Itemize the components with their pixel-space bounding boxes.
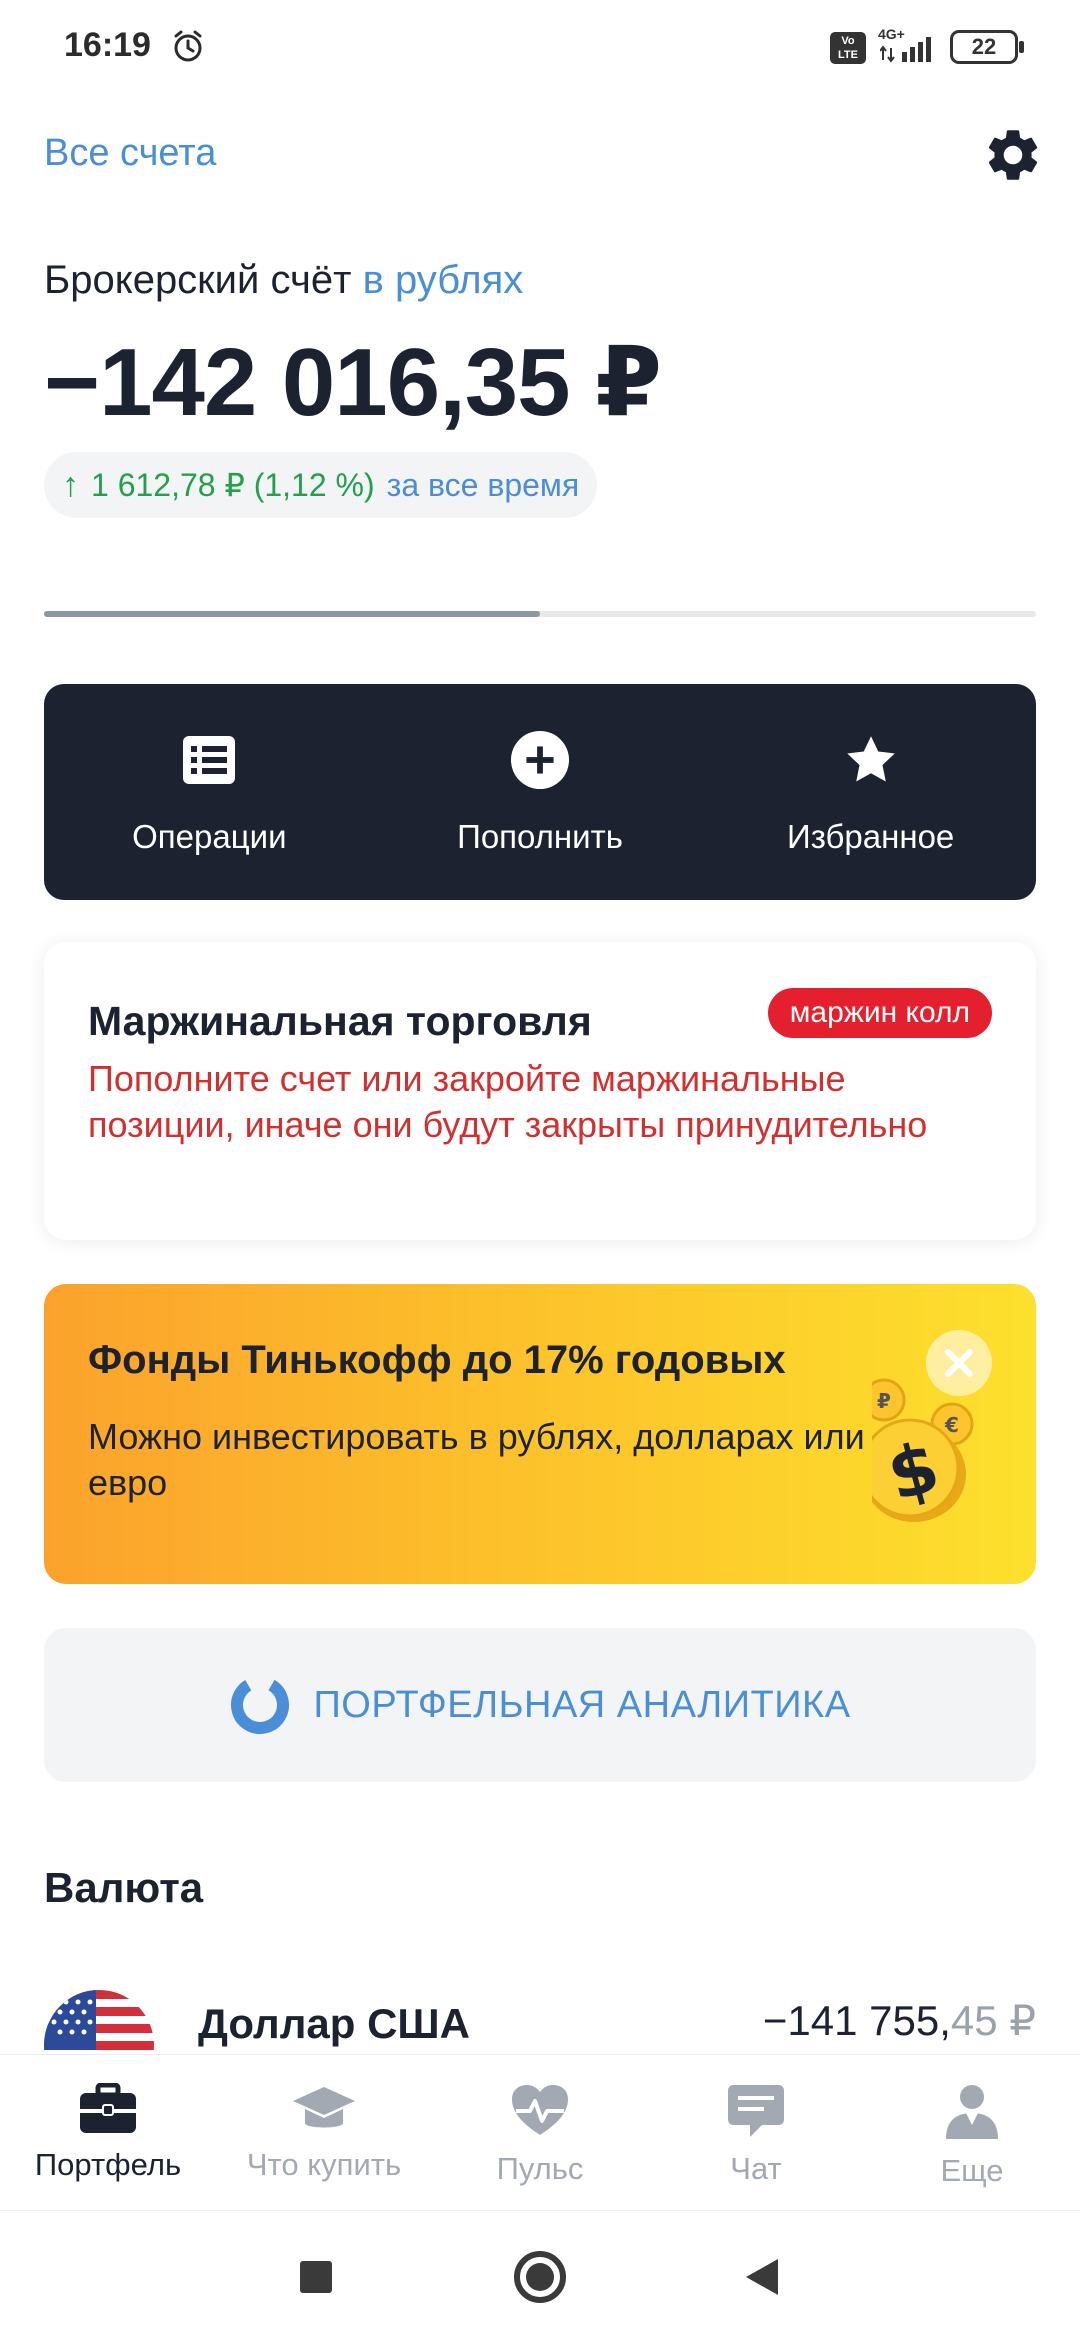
account-name[interactable]: Брокерский счёт в рублях [44, 258, 523, 303]
all-accounts-link[interactable]: Все счета [44, 132, 216, 175]
carousel-indicator-fill [44, 611, 540, 617]
nav-portfolio-label: Портфель [34, 2147, 182, 2182]
nav-more-label: Еще [940, 2153, 1004, 2188]
profit-value: 1 612,78 ₽ (1,12 %) [91, 467, 375, 503]
account-type: Брокерский счёт [44, 258, 352, 302]
top-up-button[interactable]: Пополнить [375, 684, 706, 900]
promo-banner[interactable]: Фонды Тинькофф до 17% годовых Можно инве… [44, 1284, 1036, 1584]
favorites-button[interactable]: Избранное [705, 684, 1036, 900]
currency-amount-main: −141 755, [762, 1997, 951, 2044]
carousel-indicator [44, 611, 1036, 617]
quick-actions: Операции Пополнить Избранное [44, 684, 1036, 900]
currency-section-title: Валюта [44, 1864, 204, 1911]
nav-what-to-buy[interactable]: Что купить [216, 2055, 432, 2210]
margin-title: Маржинальная торговля [88, 998, 592, 1044]
svg-text:€: € [944, 1413, 959, 1437]
portfolio-analytics-button[interactable]: ПОРТФЕЛЬНАЯ АНАЛИТИКА [44, 1628, 1036, 1782]
currency-amount-fraction: 45 ₽ [950, 1997, 1036, 2044]
list-icon [183, 736, 236, 784]
nav-pulse-label: Пульс [496, 2151, 584, 2186]
nav-pulse[interactable]: Пульс [432, 2055, 648, 2210]
graduation-cap-icon [293, 2087, 355, 2128]
home-button[interactable] [514, 2251, 566, 2303]
currency-name: Доллар США [198, 2000, 470, 2047]
margin-warning-card[interactable]: Маржинальная торговля маржин колл Пополн… [44, 942, 1036, 1240]
margin-warning-text: Пополните счет или закройте маржинальные… [88, 1058, 928, 1145]
portfolio-analytics-label: ПОРТФЕЛЬНАЯ АНАЛИТИКА [313, 1683, 851, 1726]
account-balance: −142 016,35 ₽ [44, 329, 662, 436]
profit-badge[interactable]: ↑ 1 612,78 ₽ (1,12 %) за все время [44, 452, 598, 518]
gear-icon[interactable] [982, 124, 1044, 186]
margin-call-badge: маржин колл [767, 988, 992, 1038]
promo-title: Фонды Тинькофф до 17% годовых [88, 1338, 786, 1382]
signal-icon [880, 37, 931, 63]
volte-icon: Vo LTE [830, 32, 866, 64]
profit-period: за все время [386, 466, 580, 503]
promo-text: Можно инвестировать в рублях, долларах и… [88, 1416, 865, 1503]
donut-chart-icon [231, 1676, 290, 1734]
alarm-icon [174, 30, 202, 62]
operations-label: Операции [132, 818, 287, 855]
arrow-up-icon: ↑ [62, 465, 79, 504]
plus-circle-icon [510, 730, 570, 790]
nav-more[interactable]: Еще [864, 2055, 1080, 2210]
currency-amount: −141 755,45 ₽ [763, 1996, 1036, 2045]
account-currency-link[interactable]: в рублях [363, 258, 524, 302]
top-up-label: Пополнить [457, 818, 623, 855]
chat-icon [728, 2085, 784, 2137]
system-navigation-bar [0, 2210, 1080, 2340]
pulse-icon [512, 2085, 568, 2135]
close-icon[interactable] [926, 1330, 992, 1396]
us-flag-icon [44, 1990, 154, 2056]
nav-chat[interactable]: Чат [648, 2055, 864, 2210]
operations-button[interactable]: Операции [44, 684, 375, 900]
user-icon [946, 2085, 998, 2139]
status-time: 16:19 [64, 26, 151, 64]
briefcase-icon [80, 2083, 136, 2133]
svg-text:₽: ₽ [877, 1389, 891, 1413]
nav-portfolio[interactable]: Портфель [0, 2055, 216, 2210]
nav-chat-label: Чат [730, 2151, 782, 2186]
battery-icon: 22 [950, 30, 1024, 64]
back-button[interactable] [746, 2259, 778, 2295]
nav-what-to-buy-label: Что купить [246, 2147, 402, 2182]
favorites-label: Избранное [787, 818, 955, 855]
status-bar: 16:19 Vo LTE 4G+ 22 [0, 0, 1080, 96]
recents-button[interactable] [300, 2261, 332, 2293]
currency-row-usd[interactable]: Доллар США −141 755,45 ₽ [0, 1980, 1080, 2056]
bottom-navigation: Портфель Что купить Пульс Чат Еще [0, 2054, 1080, 2210]
star-icon [846, 736, 895, 782]
